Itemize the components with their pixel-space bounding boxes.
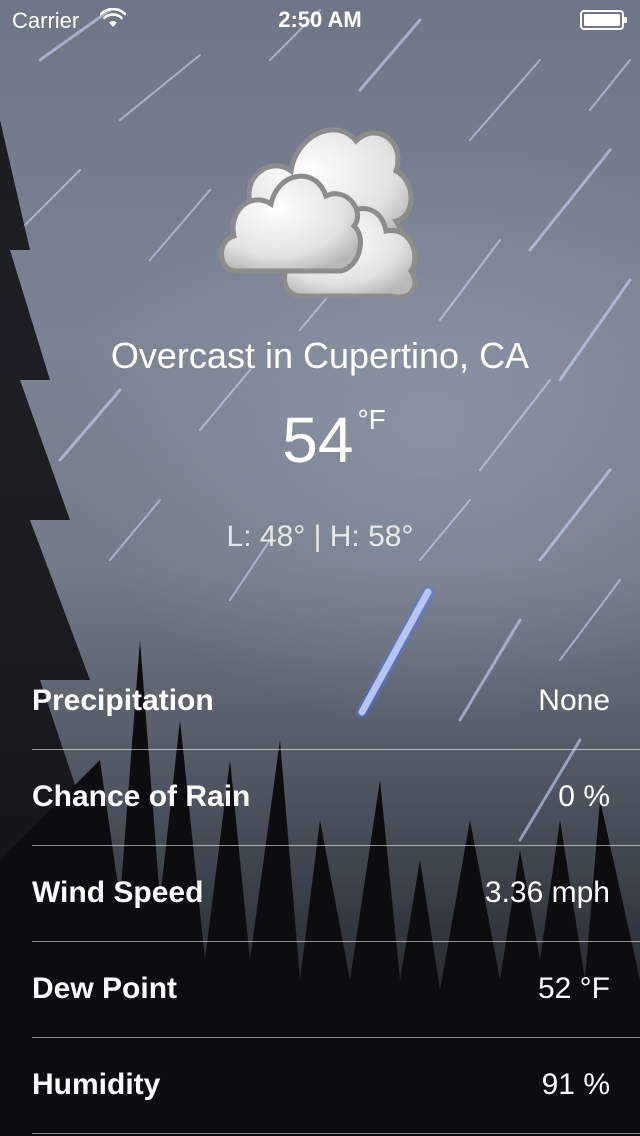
detail-row-humidity: Humidity 91 % — [32, 1038, 640, 1134]
detail-row-chance-of-rain: Chance of Rain 0 % — [32, 750, 640, 846]
temperature-unit: °F — [357, 404, 386, 435]
detail-row-wind-speed: Wind Speed 3.36 mph — [32, 846, 640, 942]
overcast-clouds-icon — [219, 127, 418, 300]
detail-value: 52 °F — [537, 972, 610, 1005]
temperature-value: 54 — [282, 404, 354, 476]
detail-label: Precipitation — [32, 684, 214, 717]
detail-row-precipitation: Precipitation None — [32, 654, 640, 750]
detail-value: 3.36 mph — [484, 876, 610, 909]
detail-label: Wind Speed — [32, 876, 204, 909]
detail-value: 91 % — [541, 1068, 610, 1101]
weather-details-list: Precipitation None Chance of Rain 0 % Wi… — [32, 654, 640, 1134]
detail-label: Humidity — [32, 1068, 161, 1101]
weather-condition-title: Overcast in Cupertino, CA — [110, 335, 530, 376]
current-temperature: 54 °F — [0, 400, 640, 480]
detail-row-dew-point: Dew Point 52 °F — [32, 942, 640, 1038]
battery-icon — [580, 10, 627, 30]
status-time: 2:50 AM — [278, 7, 362, 32]
low-high-temperature: L: 48° | H: 58° — [226, 520, 414, 553]
weather-screen: Carrier 2:50 AM Overcast in Cupertino, C… — [0, 0, 640, 1136]
detail-value: 0 % — [558, 780, 610, 813]
detail-label: Chance of Rain — [32, 780, 251, 813]
detail-value: None — [538, 684, 610, 717]
detail-label: Dew Point — [32, 972, 178, 1005]
status-bar: Carrier 2:50 AM — [0, 0, 640, 40]
